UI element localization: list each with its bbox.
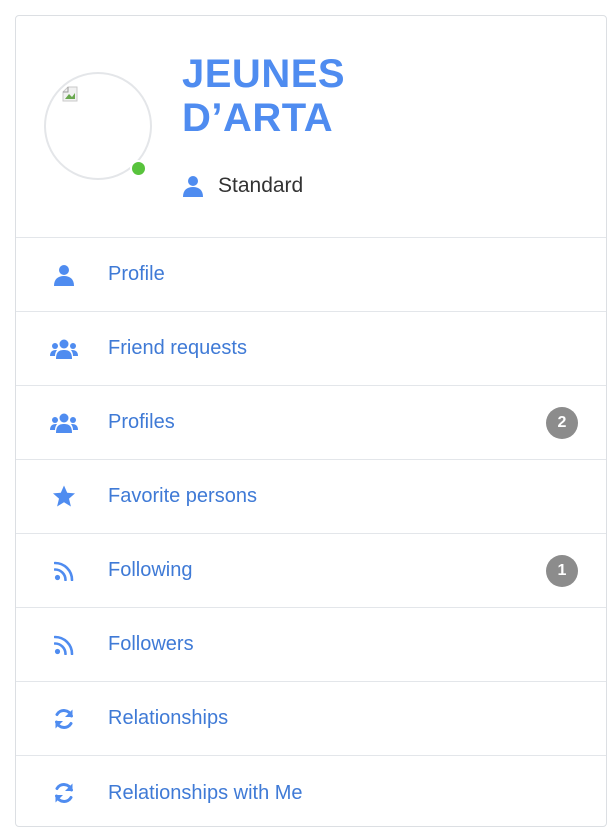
- profile-name-line2: D’ARTA: [182, 96, 334, 140]
- sync-icon: [50, 781, 78, 805]
- menu-item-friend-requests[interactable]: Friend requests: [16, 312, 606, 386]
- menu-item-label: Followers: [108, 633, 194, 655]
- sync-icon: [50, 707, 78, 731]
- menu-item-label: Friend requests: [108, 337, 247, 359]
- profile-role: Standard: [182, 174, 303, 198]
- broken-image-icon: [62, 86, 78, 102]
- menu-item-followers[interactable]: Followers: [16, 608, 606, 682]
- menu-item-label: Following: [108, 559, 193, 581]
- role-label: Standard: [218, 174, 304, 197]
- menu-item-following[interactable]: Following 1: [16, 534, 606, 608]
- rss-icon: [50, 633, 78, 657]
- menu-item-profiles[interactable]: Profiles 2: [16, 386, 606, 460]
- menu-item-profile[interactable]: Profile: [16, 238, 606, 312]
- count-badge: 2: [546, 406, 578, 439]
- menu-item-label: Relationships: [108, 707, 229, 729]
- menu-item-label: Favorite persons: [108, 485, 257, 507]
- profile-name-line1: JEUNES: [182, 52, 346, 96]
- profile-header: JEUNES D’ARTA Standard: [16, 16, 606, 238]
- menu-item-label: Profile: [108, 263, 165, 285]
- menu-item-label: Profiles: [108, 411, 175, 433]
- user-icon: [50, 263, 78, 287]
- menu-item-relationships[interactable]: Relationships: [16, 682, 606, 756]
- menu-item-favorite-persons[interactable]: Favorite persons: [16, 460, 606, 534]
- profile-name: JEUNES D’ARTA: [182, 52, 345, 140]
- user-icon: [183, 176, 203, 197]
- profile-menu: Profile Friend requests Profiles 2 Favor…: [16, 238, 606, 826]
- count-badge: 1: [546, 554, 578, 587]
- users-icon: [50, 411, 78, 435]
- profile-card: JEUNES D’ARTA Standard Profile Friend re…: [15, 15, 607, 827]
- users-icon: [50, 337, 78, 361]
- menu-item-label: Relationships with Me: [108, 781, 303, 804]
- online-status-dot: [130, 160, 147, 177]
- star-icon: [50, 485, 78, 509]
- rss-icon: [50, 559, 78, 583]
- menu-item-relationships-with-me[interactable]: Relationships with Me: [16, 756, 606, 826]
